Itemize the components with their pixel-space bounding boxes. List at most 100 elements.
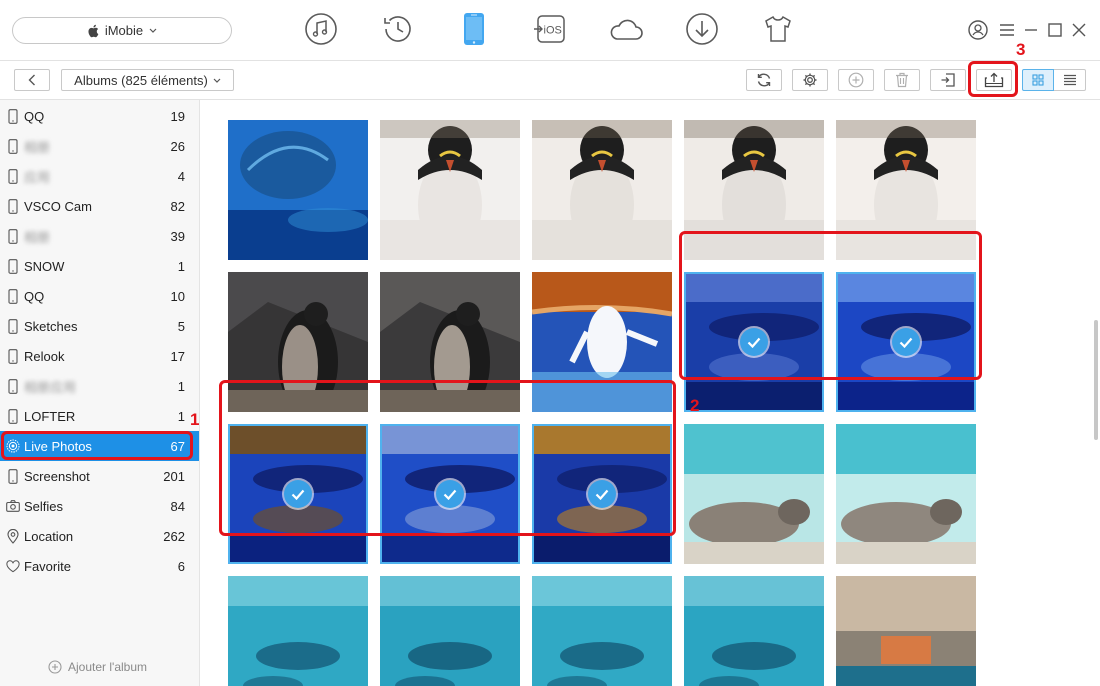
close-button[interactable] [1069,20,1089,40]
album-count: 1 [177,378,185,394]
album-selector[interactable]: Albums (825 éléments) [61,69,234,91]
import-button[interactable] [930,69,966,91]
phone-icon [6,408,20,424]
refresh-button[interactable] [746,69,782,91]
sidebar-album-item[interactable]: 相册 39 [0,221,199,251]
nav-cloud[interactable] [608,11,644,47]
phone-icon [6,318,20,334]
annotation-number-3: 3 [1016,40,1026,59]
nav-history[interactable] [380,11,416,47]
album-sidebar: QQ 19 相册 26 应用 4 VSCO Cam 82 相册 39 SNOW 1 QQ 10 Sketch… [0,100,200,686]
sidebar-album-item[interactable]: QQ 10 [0,281,199,311]
history-icon [384,16,411,42]
album-count: 19 [170,108,185,124]
maximize-button[interactable] [1045,20,1065,40]
phone-icon [6,228,20,244]
album-selector-label: Albums (825 éléments) [74,72,208,88]
album-name: 相册 [24,139,51,155]
album-count: 26 [170,138,185,154]
grid-view-button[interactable] [1022,69,1054,91]
sidebar-album-item[interactable]: QQ 19 [0,101,199,131]
chevron-down-icon [213,78,221,83]
annotation-number-2: 2 [690,396,700,415]
cloud-icon [610,19,643,40]
back-button[interactable] [14,69,50,91]
chevron-down-icon [149,28,157,33]
album-name: VSCO Cam [24,198,92,214]
heart-icon [6,558,20,574]
sidebar-album-item[interactable]: Screenshot 201 [0,461,199,491]
photo-thumbnail[interactable] [684,576,824,686]
download-icon [686,13,718,45]
sidebar-album-item[interactable]: VSCO Cam 82 [0,191,199,221]
nav-ios[interactable]: iOS [532,11,568,47]
refresh-icon [757,73,771,87]
photo-thumbnail[interactable] [228,576,368,686]
user-icon [968,20,988,40]
camera-icon [6,498,20,514]
photo-thumbnail[interactable] [532,576,672,686]
minimize-button[interactable] [1021,20,1041,40]
album-name: SNOW [24,258,65,274]
nav-music[interactable] [303,11,339,47]
nav-toolkit[interactable] [760,11,796,47]
phone-icon [6,468,20,484]
settings-button[interactable] [792,69,828,91]
add-icon [48,660,62,674]
top-bar: iMobie iOS [0,0,1100,60]
chevron-left-icon [28,74,35,86]
close-icon [1072,23,1086,37]
photo-thumbnail[interactable] [836,424,976,564]
album-count: 262 [163,528,185,544]
music-icon [305,13,337,45]
album-name: Location [24,528,74,544]
nav-download[interactable] [684,11,720,47]
scrollbar[interactable] [1094,320,1098,440]
photo-thumbnail[interactable] [380,576,520,686]
list-view-button[interactable] [1054,69,1086,91]
album-name: 相册 [24,229,51,245]
photo-thumbnail[interactable] [532,120,672,260]
add-album-label: Ajouter l'album [68,660,147,674]
photo-thumbnail[interactable] [684,424,824,564]
tshirt-icon [765,15,791,42]
sidebar-album-item[interactable]: 应用 4 [0,161,199,191]
sidebar-album-item[interactable]: Sketches 5 [0,311,199,341]
device-selector[interactable]: iMobie [12,17,232,44]
sidebar-album-item[interactable]: Favorite 6 [0,551,199,581]
phone-icon [6,138,20,154]
sidebar-album-item[interactable]: Selfies 84 [0,491,199,521]
album-name: Favorite [24,558,71,574]
phone-icon [6,108,20,124]
phone-icon [6,168,20,184]
sidebar-album-item[interactable]: LOFTER 1 [0,401,199,431]
sidebar-album-item[interactable]: Relook 17 [0,341,199,371]
sidebar-album-item[interactable]: 相册 26 [0,131,199,161]
toolbar: Albums (825 éléments) [0,60,1100,100]
album-name: QQ [24,288,45,304]
photo-thumbnail[interactable] [228,120,368,260]
album-name: Relook [24,348,65,364]
sidebar-album-item[interactable]: SNOW 1 [0,251,199,281]
annotation-box-2a [679,231,982,380]
menu-button[interactable] [997,20,1017,40]
album-count: 39 [170,228,185,244]
photo-thumbnail[interactable] [380,120,520,260]
phone-icon [6,198,20,214]
album-count: 201 [163,468,185,484]
apple-icon [88,24,99,37]
sidebar-album-item[interactable]: Location 262 [0,521,199,551]
add-button[interactable] [838,69,874,91]
add-album-button[interactable]: Ajouter l'album [48,660,147,674]
account-button[interactable] [968,20,988,40]
grid-icon [1032,74,1044,86]
photo-thumbnail[interactable] [836,576,976,686]
gear-icon [803,73,817,87]
phone-icon [6,378,20,394]
sidebar-album-item[interactable]: 相册应用 1 [0,371,199,401]
nav-device[interactable] [456,11,492,47]
delete-button[interactable] [884,69,920,91]
album-count: 1 [177,408,185,424]
minimize-icon [1025,29,1037,31]
album-name: Screenshot [24,468,90,484]
